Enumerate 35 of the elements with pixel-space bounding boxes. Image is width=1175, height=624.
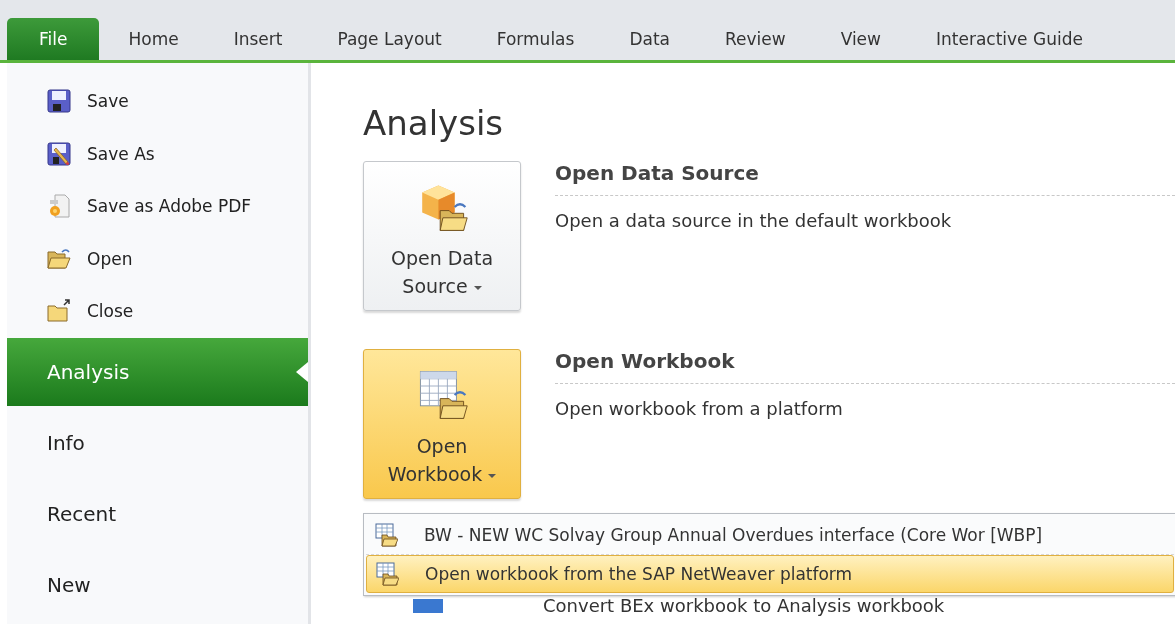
ribbon-tab[interactable]: Data xyxy=(604,18,695,60)
backstage-tab[interactable]: Info xyxy=(7,407,308,479)
menu-item[interactable]: Save As xyxy=(7,127,308,180)
dropdown-caret-icon xyxy=(473,285,482,290)
floppy-disk-pencil-icon xyxy=(47,141,71,166)
section-heading: Open Data Source xyxy=(555,161,1175,196)
menu-item[interactable]: Save as Adobe PDF xyxy=(7,180,308,233)
document-gear-icon xyxy=(47,194,71,219)
section-description: Open a data source in the default workbook xyxy=(555,210,953,231)
menu-item[interactable]: Close xyxy=(7,285,308,338)
section-heading: Open Workbook xyxy=(555,349,1175,384)
large-button[interactable]: Open Data Source xyxy=(363,161,521,311)
ribbon-tab[interactable]: Interactive Guide xyxy=(911,18,1108,60)
menu-item[interactable]: Save xyxy=(7,75,308,128)
workbook-folder-icon xyxy=(374,523,398,547)
folder-arrow-icon xyxy=(47,299,71,324)
convert-option-text: Convert BEx workbook to Analysis workbook xyxy=(543,595,945,616)
menu-item[interactable]: Open xyxy=(7,232,308,285)
ribbon-tab[interactable]: File xyxy=(7,18,100,60)
section-description: Open workbook from a platform xyxy=(555,398,844,419)
workbook-folder-icon xyxy=(375,562,399,586)
open-folder-icon xyxy=(47,246,71,271)
backstage-tab[interactable]: New xyxy=(7,549,308,621)
large-button[interactable]: Open Workbook xyxy=(363,349,521,499)
ribbon-tab[interactable]: Page Layout xyxy=(312,18,467,60)
backstage-tab[interactable]: Recent xyxy=(7,478,308,550)
ribbon-tab[interactable]: Review xyxy=(700,18,811,60)
page-title: Analysis xyxy=(363,103,505,143)
backstage-tab[interactable]: Analysis xyxy=(7,337,308,406)
dropdown-item[interactable]: Open workbook from the SAP NetWeaver platform xyxy=(366,555,1174,593)
ribbon-tab[interactable]: Insert xyxy=(208,18,308,60)
ribbon-tab[interactable]: Home xyxy=(103,18,204,60)
dropdown-caret-icon xyxy=(488,473,497,478)
ribbon-tab[interactable]: View xyxy=(815,18,906,60)
ribbon-tab[interactable]: Formulas xyxy=(471,18,600,60)
